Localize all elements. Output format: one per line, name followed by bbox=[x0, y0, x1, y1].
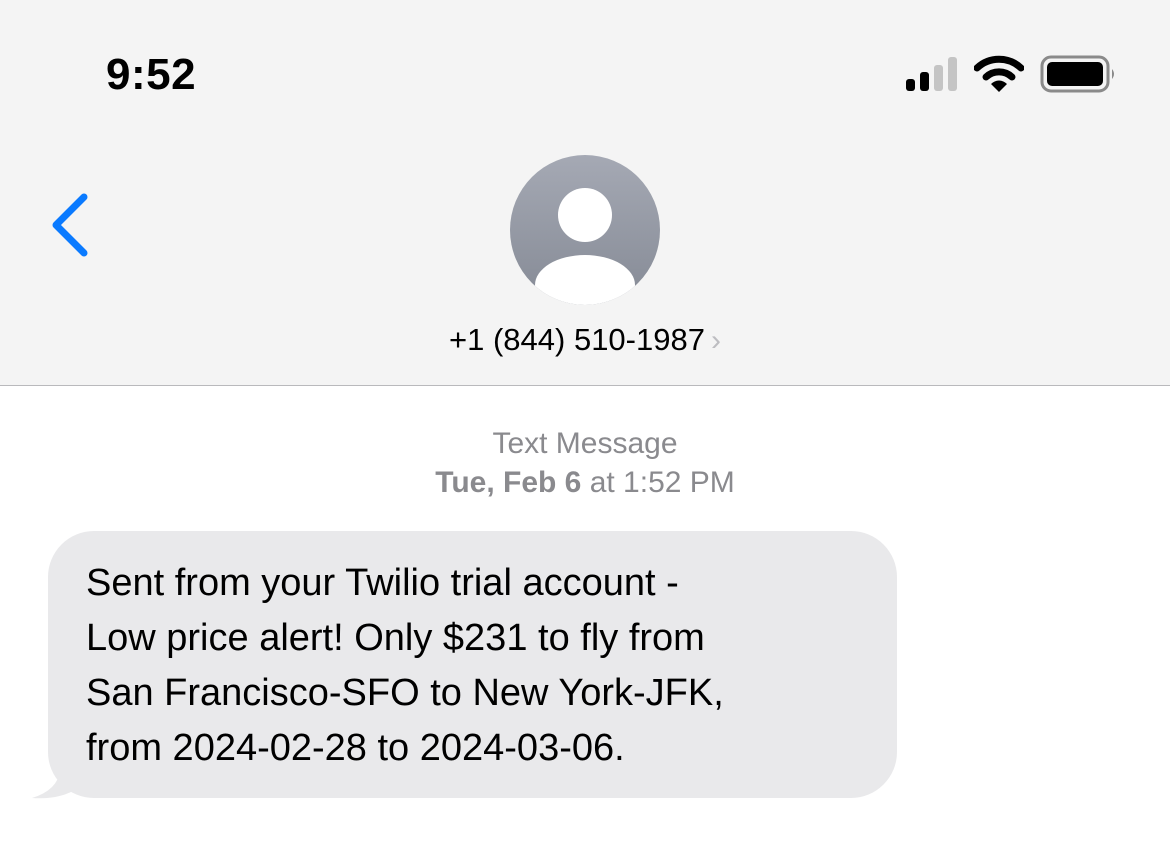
contact-avatar[interactable] bbox=[510, 155, 660, 305]
service-label: Text Message bbox=[492, 427, 678, 460]
timestamp-day: Tue, Feb 6 bbox=[435, 466, 582, 499]
status-time: 9:52 bbox=[106, 50, 197, 99]
conversation-header: 9:52 +1 (844) 510-1987 › bbox=[0, 0, 1170, 386]
contact-name-button[interactable]: +1 (844) 510-1987 › bbox=[0, 322, 1170, 358]
cellular-signal-icon bbox=[906, 57, 957, 91]
message-timestamp: Tue, Feb 6 at 1:52 PM bbox=[0, 466, 1170, 500]
message-bubble-incoming[interactable]: Sent from your Twilio trial account - Lo… bbox=[48, 531, 897, 798]
timestamp-time: at 1:52 PM bbox=[581, 466, 735, 499]
wifi-icon bbox=[974, 55, 1024, 92]
chevron-right-icon: › bbox=[710, 324, 721, 357]
person-icon bbox=[535, 188, 635, 305]
contact-number: +1 (844) 510-1987 bbox=[449, 322, 705, 357]
battery-icon bbox=[1040, 55, 1114, 93]
back-chevron-icon[interactable] bbox=[48, 192, 92, 258]
